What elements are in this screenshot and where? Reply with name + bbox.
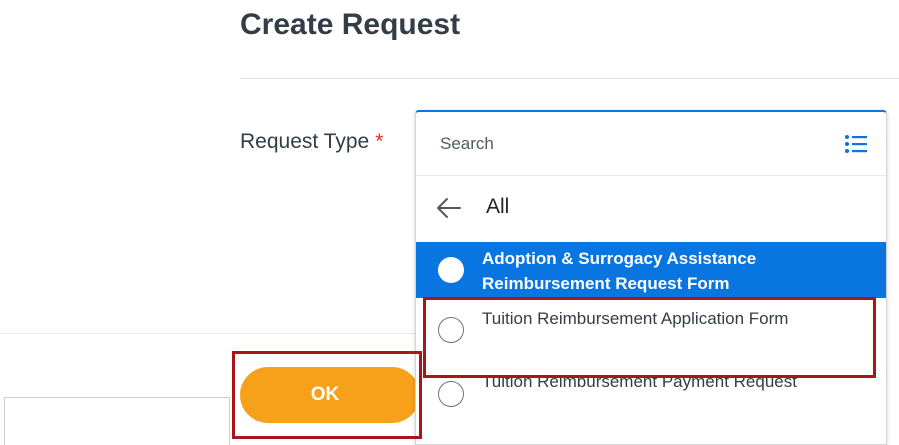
option-label: Tuition Reimbursement Payment Request	[482, 372, 797, 391]
option-tuition-payment[interactable]: Tuition Reimbursement Payment Request	[416, 364, 886, 424]
ok-button[interactable]: OK	[240, 367, 420, 423]
option-tuition-application[interactable]: Tuition Reimbursement Application Form	[416, 301, 886, 359]
request-type-label-text: Request Type	[240, 130, 370, 153]
required-asterisk: *	[375, 130, 384, 153]
back-label: All	[486, 195, 510, 218]
back-arrow-icon[interactable]	[436, 196, 462, 220]
search-input[interactable]	[440, 132, 820, 156]
radio-icon[interactable]	[438, 317, 464, 343]
search-row	[416, 112, 886, 176]
option-label: Tuition Reimbursement Application Form	[482, 309, 789, 328]
partial-input-box[interactable]	[4, 397, 230, 445]
radio-icon[interactable]	[438, 381, 464, 407]
option-adoption-surrogacy[interactable]: Adoption & Surrogacy Assistance Reimburs…	[416, 242, 886, 298]
title-divider	[240, 78, 899, 79]
footer-divider	[0, 333, 420, 334]
list-view-icon[interactable]	[844, 134, 868, 154]
page-title: Create Request	[240, 8, 461, 41]
radio-icon[interactable]	[438, 257, 464, 283]
option-label: Adoption & Surrogacy Assistance Reimburs…	[482, 249, 757, 293]
back-to-all-row[interactable]: All	[416, 176, 886, 242]
request-type-dropdown[interactable]: All Adoption & Surrogacy Assistance Reim…	[415, 110, 887, 445]
request-type-label: Request Type *	[240, 130, 383, 154]
